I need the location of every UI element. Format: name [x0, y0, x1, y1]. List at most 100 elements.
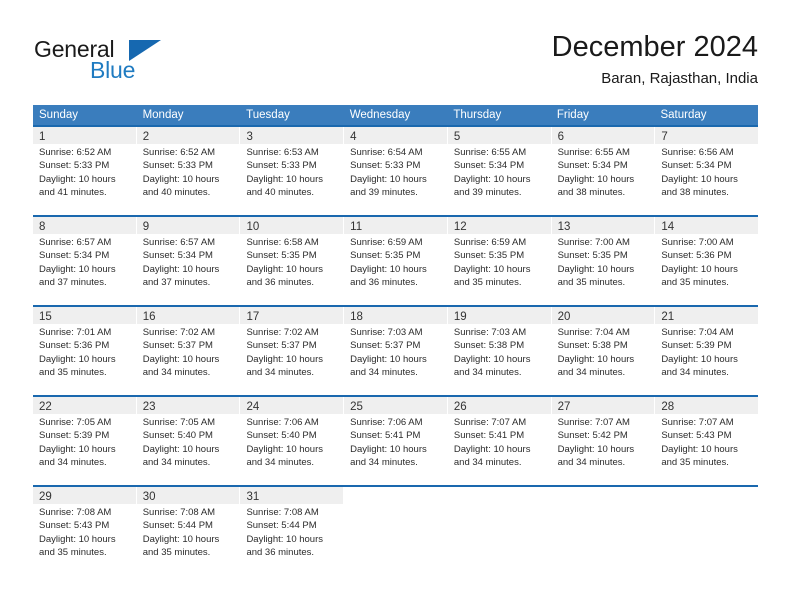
day-cell[interactable]: 21 Sunrise: 7:04 AM Sunset: 5:39 PM Dayl… [654, 307, 759, 395]
day-number: 29 [39, 491, 52, 503]
day-number-band: 21 [655, 307, 759, 324]
day-info: Sunrise: 7:05 AM Sunset: 5:40 PM Dayligh… [137, 414, 240, 469]
day-info: Sunrise: 7:08 AM Sunset: 5:44 PM Dayligh… [137, 504, 240, 559]
sunrise-text: Sunrise: 7:07 AM [453, 417, 527, 428]
sunrise-text: Sunrise: 7:08 AM [246, 507, 319, 518]
day-number-band: 10 [240, 217, 344, 234]
day-number: 5 [453, 131, 461, 143]
sunrise-text: Sunrise: 7:08 AM [39, 507, 112, 518]
daylight-text: Daylight: 10 hours and 34 minutes. [350, 353, 427, 378]
sunset-text: Sunset: 5:35 PM [557, 250, 628, 262]
sunset-text: Sunset: 5:38 PM [453, 340, 525, 352]
day-cell[interactable]: 6 Sunrise: 6:55 AM Sunset: 5:34 PM Dayli… [550, 127, 655, 215]
day-info: Sunrise: 6:59 AM Sunset: 5:35 PM Dayligh… [344, 234, 447, 289]
sunset-text: Sunset: 5:43 PM [39, 520, 110, 532]
daylight-text: Daylight: 10 hours and 40 minutes. [246, 173, 324, 198]
daylight-text: Daylight: 10 hours and 34 minutes. [142, 443, 220, 468]
daylight-text: Daylight: 10 hours and 36 minutes. [246, 263, 324, 288]
sunrise-text: Sunrise: 6:58 AM [246, 237, 319, 248]
sunrise-text: Sunrise: 6:52 AM [142, 147, 216, 158]
day-number-band: 22 [33, 397, 136, 414]
day-cell[interactable]: 14 Sunrise: 7:00 AM Sunset: 5:36 PM Dayl… [654, 217, 759, 305]
weekday-header-friday: Friday [556, 109, 589, 121]
day-cell[interactable]: 19 Sunrise: 7:03 AM Sunset: 5:38 PM Dayl… [446, 307, 551, 395]
daylight-text: Daylight: 10 hours and 40 minutes. [142, 173, 220, 198]
day-cell[interactable]: 4 Sunrise: 6:54 AM Sunset: 5:33 PM Dayli… [343, 127, 447, 215]
day-cell[interactable]: 30 Sunrise: 7:08 AM Sunset: 5:44 PM Dayl… [135, 487, 240, 575]
day-number-band: 1 [33, 127, 136, 144]
sunrise-text: Sunrise: 7:03 AM [453, 327, 527, 338]
day-number-band: 20 [551, 307, 655, 324]
sunrise-text: Sunrise: 6:57 AM [39, 237, 112, 248]
day-number-band: 23 [136, 397, 240, 414]
day-cell[interactable]: 18 Sunrise: 7:03 AM Sunset: 5:37 PM Dayl… [343, 307, 447, 395]
title-block: December 2024 Baran, Rajasthan, India [552, 30, 758, 88]
sunset-text: Sunset: 5:36 PM [661, 250, 732, 262]
day-number: 8 [39, 221, 46, 233]
day-number-band: 9 [136, 217, 240, 234]
day-cell[interactable]: 29 Sunrise: 7:08 AM Sunset: 5:43 PM Dayl… [33, 487, 136, 575]
day-number: 14 [661, 221, 675, 233]
day-info: Sunrise: 7:07 AM Sunset: 5:42 PM Dayligh… [552, 414, 655, 469]
sunset-text: Sunset: 5:40 PM [246, 430, 317, 442]
day-number-band: 6 [551, 127, 655, 144]
sunrise-text: Sunrise: 7:01 AM [39, 327, 112, 338]
day-cell[interactable]: 31 Sunrise: 7:08 AM Sunset: 5:44 PM Dayl… [239, 487, 344, 575]
daylight-text: Daylight: 10 hours and 34 minutes. [557, 443, 635, 468]
day-number-band: 4 [344, 127, 447, 144]
sunset-text: Sunset: 5:44 PM [142, 520, 213, 532]
sunrise-text: Sunrise: 6:52 AM [39, 147, 112, 158]
sunrise-text: Sunrise: 6:56 AM [661, 147, 734, 158]
day-cell[interactable]: 5 Sunrise: 6:55 AM Sunset: 5:34 PM Dayli… [446, 127, 551, 215]
day-info: Sunrise: 6:57 AM Sunset: 5:34 PM Dayligh… [137, 234, 240, 289]
day-cell[interactable]: 22 Sunrise: 7:05 AM Sunset: 5:39 PM Dayl… [33, 397, 136, 485]
day-cell[interactable]: 11 Sunrise: 6:59 AM Sunset: 5:35 PM Dayl… [343, 217, 447, 305]
day-number: 3 [246, 131, 253, 143]
day-cell[interactable]: 28 Sunrise: 7:07 AM Sunset: 5:43 PM Dayl… [654, 397, 759, 485]
day-info: Sunrise: 7:03 AM Sunset: 5:38 PM Dayligh… [448, 324, 551, 379]
day-cell[interactable]: 12 Sunrise: 6:59 AM Sunset: 5:35 PM Dayl… [446, 217, 551, 305]
sunrise-text: Sunrise: 7:02 AM [142, 327, 216, 338]
calendar-page: General Blue December 2024 Baran, Rajast… [0, 0, 792, 612]
day-cell[interactable]: 24 Sunrise: 7:06 AM Sunset: 5:40 PM Dayl… [239, 397, 344, 485]
weekday-header-saturday: Saturday [660, 109, 707, 121]
week-row: 8 Sunrise: 6:57 AM Sunset: 5:34 PM Dayli… [33, 215, 759, 305]
day-cell[interactable]: 16 Sunrise: 7:02 AM Sunset: 5:37 PM Dayl… [135, 307, 240, 395]
day-number: 13 [557, 221, 571, 233]
day-info: Sunrise: 7:01 AM Sunset: 5:36 PM Dayligh… [33, 324, 136, 379]
day-cell[interactable]: 10 Sunrise: 6:58 AM Sunset: 5:35 PM Dayl… [239, 217, 344, 305]
day-cell[interactable]: 7 Sunrise: 6:56 AM Sunset: 5:34 PM Dayli… [654, 127, 759, 215]
day-cell[interactable]: 20 Sunrise: 7:04 AM Sunset: 5:38 PM Dayl… [550, 307, 655, 395]
sunset-text: Sunset: 5:34 PM [39, 250, 110, 262]
day-cell[interactable]: 15 Sunrise: 7:01 AM Sunset: 5:36 PM Dayl… [33, 307, 136, 395]
day-cell[interactable]: 25 Sunrise: 7:06 AM Sunset: 5:41 PM Dayl… [343, 397, 447, 485]
day-number-band [655, 487, 759, 504]
sunrise-text: Sunrise: 6:57 AM [142, 237, 216, 248]
day-info: Sunrise: 6:58 AM Sunset: 5:35 PM Dayligh… [240, 234, 343, 289]
day-cell[interactable]: 9 Sunrise: 6:57 AM Sunset: 5:34 PM Dayli… [135, 217, 240, 305]
day-cell[interactable]: 8 Sunrise: 6:57 AM Sunset: 5:34 PM Dayli… [33, 217, 136, 305]
day-number: 30 [142, 491, 156, 503]
sunset-text: Sunset: 5:33 PM [142, 160, 213, 172]
daylight-text: Daylight: 10 hours and 36 minutes. [350, 263, 427, 288]
week-row: 15 Sunrise: 7:01 AM Sunset: 5:36 PM Dayl… [33, 305, 759, 395]
day-cell[interactable]: 27 Sunrise: 7:07 AM Sunset: 5:42 PM Dayl… [550, 397, 655, 485]
day-cell[interactable]: 17 Sunrise: 7:02 AM Sunset: 5:37 PM Dayl… [239, 307, 344, 395]
day-cell[interactable]: 13 Sunrise: 7:00 AM Sunset: 5:35 PM Dayl… [550, 217, 655, 305]
sunrise-text: Sunrise: 7:07 AM [661, 417, 734, 428]
day-cell[interactable]: 3 Sunrise: 6:53 AM Sunset: 5:33 PM Dayli… [239, 127, 344, 215]
day-cell[interactable]: 26 Sunrise: 7:07 AM Sunset: 5:41 PM Dayl… [446, 397, 551, 485]
day-cell[interactable]: 1 Sunrise: 6:52 AM Sunset: 5:33 PM Dayli… [33, 127, 136, 215]
day-cell[interactable]: 2 Sunrise: 6:52 AM Sunset: 5:33 PM Dayli… [135, 127, 240, 215]
day-number: 2 [142, 131, 150, 143]
daylight-text: Daylight: 10 hours and 34 minutes. [661, 353, 738, 378]
day-cell[interactable]: 23 Sunrise: 7:05 AM Sunset: 5:40 PM Dayl… [135, 397, 240, 485]
day-info: Sunrise: 7:02 AM Sunset: 5:37 PM Dayligh… [240, 324, 343, 379]
sunset-text: Sunset: 5:34 PM [661, 160, 732, 172]
brand-logo[interactable]: General Blue [34, 36, 234, 90]
week-row: 29 Sunrise: 7:08 AM Sunset: 5:43 PM Dayl… [33, 485, 759, 575]
sunset-text: Sunset: 5:42 PM [557, 430, 628, 442]
day-info: Sunrise: 6:55 AM Sunset: 5:34 PM Dayligh… [552, 144, 655, 199]
daylight-text: Daylight: 10 hours and 38 minutes. [557, 173, 635, 198]
page-header: General Blue December 2024 Baran, Rajast… [0, 0, 792, 100]
